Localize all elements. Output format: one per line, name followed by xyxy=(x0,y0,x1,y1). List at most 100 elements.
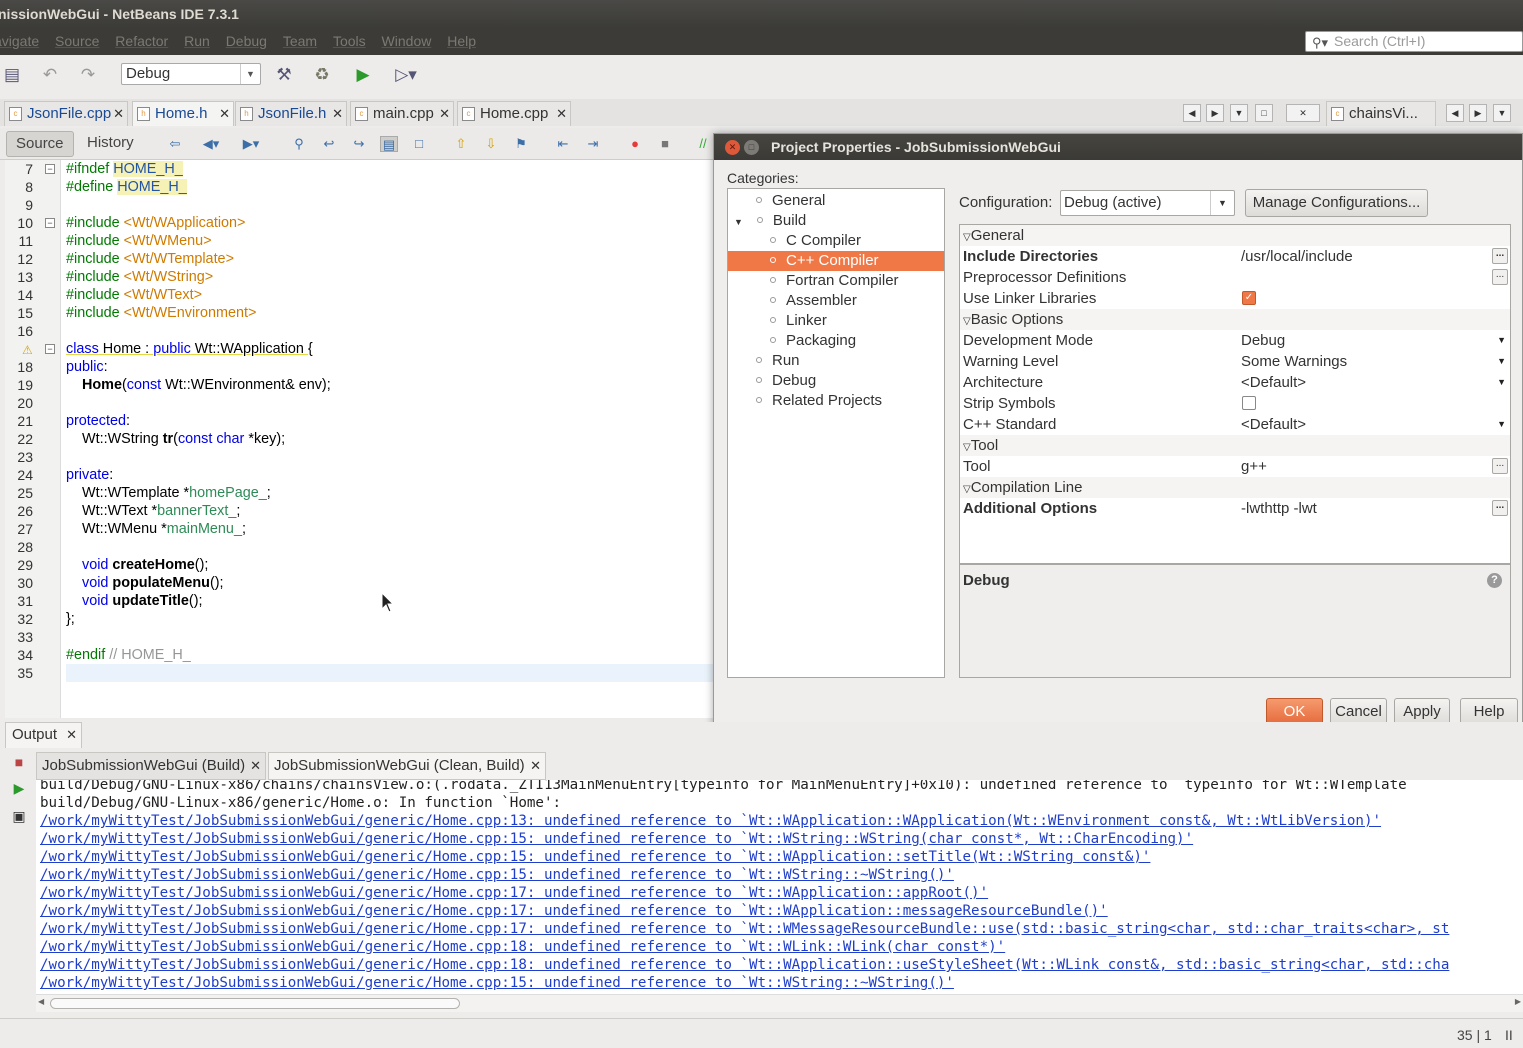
chevron-down-icon[interactable]: ▼ xyxy=(1497,414,1506,435)
horizontal-scrollbar[interactable]: ◀ ▶ xyxy=(36,994,1523,1012)
prop-value[interactable]: <Default> xyxy=(1241,372,1493,393)
save-all-icon[interactable]: ▤ xyxy=(0,64,24,86)
tree-item-run[interactable]: Run xyxy=(728,351,944,371)
output-window-tab[interactable]: Output ✕ xyxy=(5,722,83,748)
output-tab-clean-build[interactable]: JobSubmissionWebGui (Clean, Build) ✕ xyxy=(268,752,546,780)
ellipsis-button[interactable]: ... xyxy=(1492,458,1508,474)
section-general[interactable]: ▽General xyxy=(960,225,1510,246)
menu-debug[interactable]: Debug xyxy=(226,28,267,55)
scroll-tabs-left-icon[interactable]: ◀ xyxy=(1183,104,1201,122)
search-input[interactable]: ⚲▾ Search (Ctrl+I) xyxy=(1305,31,1523,52)
output-error-link[interactable]: /work/myWittyTest/JobSubmissionWebGui/ge… xyxy=(40,830,1193,848)
stop-icon[interactable]: ■ xyxy=(11,754,27,770)
find-icon[interactable]: ⚲ xyxy=(290,136,308,152)
prop-value[interactable]: <Default> xyxy=(1241,414,1493,435)
chevron-down-icon[interactable]: ▼ xyxy=(1497,372,1506,393)
tab-jsonfile-h[interactable]: h JsonFile.h ✕ xyxy=(235,101,347,126)
prop-strip-symbols[interactable]: Strip Symbols xyxy=(960,393,1510,414)
tree-item-build[interactable]: ▼ Build xyxy=(728,211,944,231)
toggle-highlight-icon[interactable]: ▤ xyxy=(380,136,398,152)
redo-icon[interactable]: ↷ xyxy=(76,64,100,86)
tree-item-linker[interactable]: Linker xyxy=(728,311,944,331)
output-error-link[interactable]: /work/myWittyTest/JobSubmissionWebGui/ge… xyxy=(40,956,1449,974)
output-text-area[interactable]: build/Debug/GNU-Linux-x86/chains/chainsV… xyxy=(36,780,1523,994)
prop-architecture[interactable]: Architecture <Default> ▼ xyxy=(960,372,1510,393)
next-bookmark-icon[interactable]: ⇩ xyxy=(482,136,500,152)
section-tool[interactable]: ▽Tool xyxy=(960,435,1510,456)
undo-icon[interactable]: ↶ xyxy=(38,64,62,86)
close-icon[interactable]: ✕ xyxy=(439,102,450,125)
clean-build-icon[interactable]: ♻ xyxy=(310,64,334,86)
tree-item-general[interactable]: General xyxy=(728,191,944,211)
build-hammer-icon[interactable]: ⚒ xyxy=(272,64,296,86)
minimize-icon[interactable]: □ xyxy=(744,140,759,155)
close-icon[interactable]: ✕ xyxy=(556,102,567,125)
output-error-link[interactable]: /work/myWittyTest/JobSubmissionWebGui/ge… xyxy=(40,920,1449,938)
prop-development-mode[interactable]: Development Mode Debug ▼ xyxy=(960,330,1510,351)
find-next-icon[interactable]: ↪ xyxy=(350,136,368,152)
menu-refactor[interactable]: Refactor xyxy=(115,28,168,55)
warning-icon[interactable]: ⚠ xyxy=(22,343,33,357)
menu-tools[interactable]: Tools xyxy=(333,28,366,55)
close-icon[interactable]: ✕ xyxy=(332,102,343,125)
stop-macro-icon[interactable]: ■ xyxy=(656,136,674,152)
fold-toggle-icon[interactable]: − xyxy=(45,218,55,228)
toggle-bookmark-icon[interactable]: ⚑ xyxy=(512,136,530,152)
tree-item-c-compiler[interactable]: C Compiler xyxy=(728,231,944,251)
scroll-right-icon[interactable]: ▶ xyxy=(1515,997,1521,1006)
scroll-left-icon[interactable]: ◀ xyxy=(38,997,44,1006)
code-editor[interactable]: 7 8 9 10 11 12 13 14 15 16 18 19 20 21 22 23 24 25 26 27 28 2… xyxy=(5,160,713,718)
run-icon[interactable]: ▶ xyxy=(351,64,375,86)
prop-warning-level[interactable]: Warning Level Some Warnings ▼ xyxy=(960,351,1510,372)
help-icon[interactable]: ? xyxy=(1487,573,1502,588)
shift-left-icon[interactable]: ⇤ xyxy=(554,136,572,152)
output-error-link[interactable]: /work/myWittyTest/JobSubmissionWebGui/ge… xyxy=(40,884,988,902)
tab-jsonfile-cpp[interactable]: c JsonFile.cpp ✕ xyxy=(4,101,128,126)
last-edit-icon[interactable]: ⇦ xyxy=(166,136,184,152)
prop-value[interactable]: Debug xyxy=(1241,330,1493,351)
scrollbar-thumb[interactable] xyxy=(50,998,460,1009)
tab-main-cpp[interactable]: c main.cpp ✕ xyxy=(350,101,454,126)
debug-run-icon[interactable]: ▷▾ xyxy=(389,64,423,86)
menu-source[interactable]: Source xyxy=(55,28,99,55)
checkbox-unchecked[interactable] xyxy=(1242,396,1256,410)
checkbox-checked[interactable]: ✓ xyxy=(1242,291,1256,305)
menu-navigate[interactable]: avigate xyxy=(0,28,39,55)
prop-value[interactable]: g++ xyxy=(1238,456,1510,477)
tree-item-assembler[interactable]: Assembler xyxy=(728,291,944,311)
output-tab-build[interactable]: JobSubmissionWebGui (Build) ✕ xyxy=(36,752,266,780)
prop-value[interactable] xyxy=(1238,267,1510,288)
manage-configurations-button[interactable]: Manage Configurations... xyxy=(1245,189,1428,217)
history-toggle[interactable]: History xyxy=(78,131,143,157)
menu-help[interactable]: Help xyxy=(447,28,476,55)
terminal-icon[interactable]: ▣ xyxy=(11,808,27,824)
chevron-down-icon[interactable]: ▼ xyxy=(1497,330,1506,351)
rerun-icon[interactable]: ▶ xyxy=(11,780,27,796)
chevron-down-icon[interactable]: ▼ xyxy=(1497,351,1506,372)
prop-tool[interactable]: Tool g++... xyxy=(960,456,1510,477)
menu-team[interactable]: Team xyxy=(283,28,317,55)
close-icon[interactable]: ✕ xyxy=(66,723,77,747)
close-icon[interactable]: ✕ xyxy=(250,753,261,779)
section-compilation-line[interactable]: ▽Compilation Line xyxy=(960,477,1510,498)
tab-home-h[interactable]: h Home.h ✕ xyxy=(132,101,234,126)
back-icon[interactable]: ◀▾ xyxy=(198,136,224,152)
ellipsis-button[interactable]: ... xyxy=(1492,269,1508,285)
prop-use-linker-libraries[interactable]: Use Linker Libraries ✓ xyxy=(960,288,1510,309)
configuration-select[interactable]: Debug (active) ▼ xyxy=(1060,190,1235,216)
scroll-tabs-right-icon[interactable]: ▶ xyxy=(1469,104,1487,122)
prop-include-directories[interactable]: Include Directories/usr/local/include... xyxy=(960,246,1510,267)
menu-window[interactable]: Window xyxy=(382,28,432,55)
output-error-link[interactable]: /work/myWittyTest/JobSubmissionWebGui/ge… xyxy=(40,866,954,884)
tree-item-cpp-compiler[interactable]: C++ Compiler xyxy=(728,251,944,271)
tab-chainsview[interactable]: c chainsVi... xyxy=(1326,101,1436,126)
section-basic-options[interactable]: ▽Basic Options xyxy=(960,309,1510,330)
output-error-link[interactable]: /work/myWittyTest/JobSubmissionWebGui/ge… xyxy=(40,938,1005,956)
tree-item-debug[interactable]: Debug xyxy=(728,371,944,391)
fold-toggle-icon[interactable]: − xyxy=(45,164,55,174)
ellipsis-button[interactable]: ... xyxy=(1492,248,1508,264)
output-error-link[interactable]: /work/myWittyTest/JobSubmissionWebGui/ge… xyxy=(40,848,1150,866)
close-icon[interactable]: ✕ xyxy=(113,102,124,125)
prop-additional-options[interactable]: Additional Options -lwthttp -lwt... xyxy=(960,498,1510,519)
output-error-link[interactable]: /work/myWittyTest/JobSubmissionWebGui/ge… xyxy=(40,902,1108,920)
